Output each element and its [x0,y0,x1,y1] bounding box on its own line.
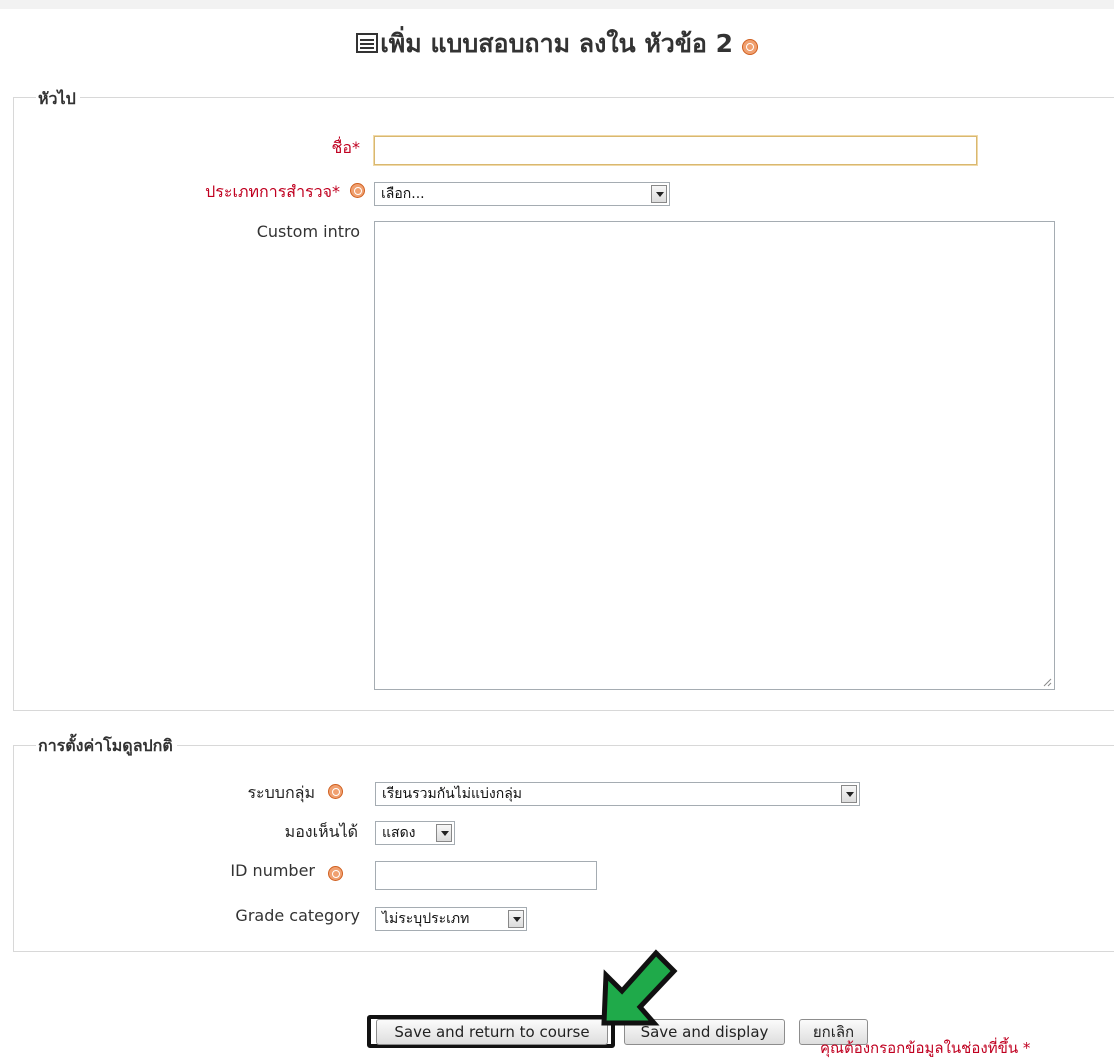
survey-type-label: ประเภทการสำรวจ* [120,180,340,205]
required-note: คุณต้องกรอกข้อมูลในช่องที่ขึ้น * [820,1036,1030,1060]
save-return-button[interactable]: Save and return to course [376,1019,608,1045]
top-bar [0,0,1114,9]
resize-grip-icon[interactable] [1042,677,1052,687]
grade-category-label: Grade category [235,906,360,925]
help-icon[interactable] [741,39,758,55]
help-icon[interactable] [350,183,365,198]
id-number-label: ID number [230,861,315,880]
grade-category-value: ไม่ระบุประเภท [382,911,470,927]
required-star: * [332,182,340,201]
survey-type-label-text: ประเภทการสำรวจ [205,182,332,201]
help-icon[interactable] [328,784,343,799]
dropdown-arrow-icon[interactable] [508,910,524,928]
visible-select[interactable]: แสดง [375,821,455,845]
group-mode-label: ระบบกลุ่ม [180,781,315,806]
page-title: เพิ่ม แบบสอบถาม ลงใน หัวข้อ 2 [0,24,1114,64]
name-label-text: ชื่อ [331,138,352,157]
custom-intro-textarea[interactable] [374,221,1055,690]
module-settings-section [13,745,1114,952]
required-star: * [352,138,360,157]
group-mode-label-text: ระบบกลุ่ม [247,783,315,802]
survey-type-value: เลือก... [381,186,425,202]
visible-label: มองเห็นได้ [284,822,358,841]
group-mode-value: เรียนรวมกันไม่แบ่งกลุ่ม [382,786,523,802]
dropdown-arrow-icon[interactable] [841,785,857,803]
dropdown-arrow-icon[interactable] [651,185,667,203]
module-settings-legend: การตั้งค่าโมดูลปกติ [36,734,177,759]
page-title-text: เพิ่ม แบบสอบถาม ลงใน หัวข้อ 2 [380,29,734,58]
name-label: ชื่อ* [250,136,360,161]
help-icon[interactable] [328,866,343,881]
id-number-input[interactable] [375,861,597,890]
dropdown-arrow-icon[interactable] [436,824,452,842]
required-star: * [1022,1039,1031,1057]
survey-icon [356,33,379,53]
name-input[interactable] [374,136,977,165]
required-note-text: คุณต้องกรอกข้อมูลในช่องที่ขึ้น [820,1039,1019,1057]
survey-type-select[interactable]: เลือก... [374,182,670,206]
general-legend: หัวไป [36,87,80,112]
custom-intro-label: Custom intro [256,222,360,241]
visible-value: แสดง [382,825,416,841]
green-arrow-icon [601,949,678,1026]
grade-category-select[interactable]: ไม่ระบุประเภท [375,907,527,931]
group-mode-select[interactable]: เรียนรวมกันไม่แบ่งกลุ่ม [375,782,860,806]
